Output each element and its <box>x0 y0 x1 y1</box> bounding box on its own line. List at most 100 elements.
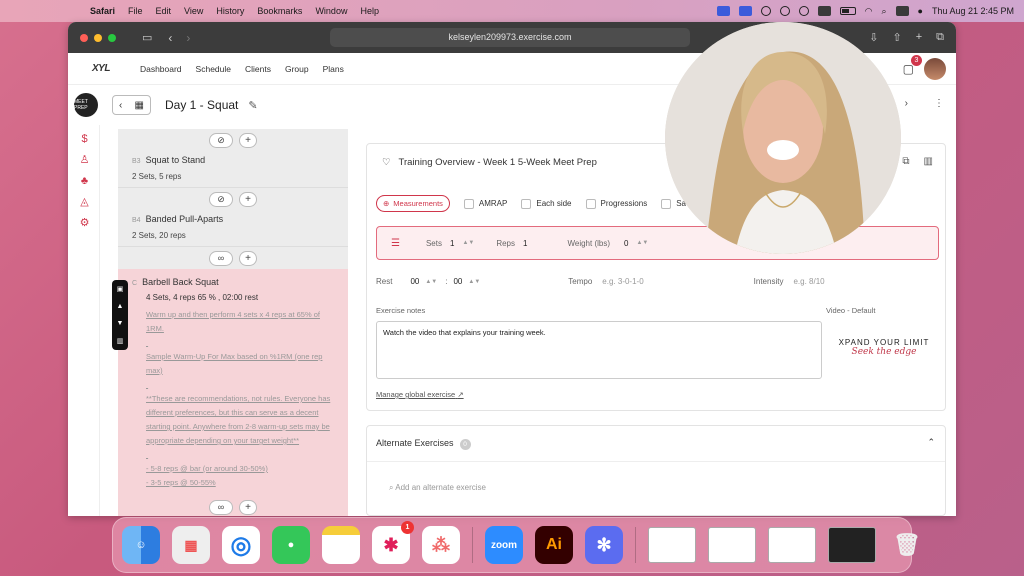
next-chevron-icon[interactable]: › <box>905 98 908 109</box>
chevron-up-icon[interactable]: ⌃ <box>927 437 935 448</box>
add-exercise-button[interactable]: + <box>239 250 257 266</box>
messages-icon[interactable]: ▢ 3 <box>903 55 922 76</box>
menu-history[interactable]: History <box>216 6 244 16</box>
measurements-button[interactable]: ⊕ Measurements <box>376 195 450 212</box>
nav-dashboard[interactable]: Dashboard <box>140 64 182 74</box>
status-app-icon[interactable] <box>738 6 752 16</box>
alternate-search[interactable]: ⌕ Add an alternate exercise <box>389 483 486 493</box>
nav-clients[interactable]: Clients <box>245 64 271 74</box>
search-icon[interactable]: ⌕ <box>881 6 886 17</box>
screen-record-icon[interactable] <box>716 6 730 16</box>
link-button[interactable]: ∞ <box>209 250 233 266</box>
progressions-checkbox[interactable]: Progressions <box>585 198 647 209</box>
alternates-title[interactable]: Alternate Exercises 0 <box>376 438 471 450</box>
settings-icon[interactable]: ⚙ <box>78 217 91 230</box>
zoom-icon[interactable]: zoom <box>485 526 523 564</box>
notes-icon[interactable] <box>322 526 360 564</box>
list-item[interactable]: B3 Squat to Stand 2 Sets, 5 reps <box>118 151 348 188</box>
duplicate-icon[interactable]: ⧉ <box>902 156 909 167</box>
sets-input[interactable]: 1 <box>450 239 454 248</box>
menu-file[interactable]: File <box>128 6 143 16</box>
recent-window-thumb[interactable] <box>648 527 696 563</box>
sync-icon[interactable] <box>798 6 809 16</box>
menu-edit[interactable]: Edit <box>156 6 172 16</box>
trash-icon[interactable]: ▥ <box>112 337 128 345</box>
unlink-button[interactable]: ⊘ <box>209 191 233 207</box>
back-icon[interactable]: ‹ <box>168 31 172 45</box>
address-bar[interactable]: kelseylen209973.exercise.com <box>330 28 690 47</box>
add-exercise-button[interactable]: + <box>239 499 257 515</box>
menu-view[interactable]: View <box>184 6 203 16</box>
safari-icon[interactable]: ◎ <box>222 526 260 564</box>
more-menu-icon[interactable]: ⋮ <box>934 98 944 109</box>
each-side-checkbox[interactable]: Each side <box>521 198 572 209</box>
minimize-window-button[interactable] <box>94 33 102 42</box>
messages-app-icon[interactable]: ● <box>272 526 310 564</box>
nav-schedule[interactable]: Schedule <box>196 64 231 74</box>
logo[interactable]: XYL <box>92 63 110 74</box>
link-button[interactable]: ∞ <box>209 499 233 515</box>
weight-input[interactable]: 0 <box>624 239 628 248</box>
new-tab-icon[interactable]: + <box>916 31 922 44</box>
nav-plans[interactable]: Plans <box>323 64 344 74</box>
illustrator-icon[interactable]: Ai <box>535 526 573 564</box>
manage-global-link[interactable]: Manage global exercise ↗ <box>376 390 464 399</box>
add-exercise-button[interactable]: + <box>239 191 257 207</box>
menu-help[interactable]: Help <box>360 6 379 16</box>
bell-icon[interactable]: ◬ <box>78 196 91 209</box>
nav-group[interactable]: Group <box>285 64 309 74</box>
move-up-icon[interactable]: ▲ <box>112 303 128 310</box>
recent-window-thumb[interactable] <box>828 527 876 563</box>
status-box-icon[interactable] <box>817 6 831 16</box>
perplexity-icon[interactable]: ✻ <box>585 526 623 564</box>
delete-icon[interactable]: ▥ <box>924 156 933 167</box>
status-circle-icon[interactable] <box>760 6 771 16</box>
selected-exercise[interactable]: C Barbell Back Squat 4 Sets, 4 reps 65 % … <box>118 269 348 496</box>
tab-overview-icon[interactable]: ⧉ <box>936 31 944 44</box>
asana-icon[interactable]: ⁂ <box>422 526 460 564</box>
download-icon[interactable]: ⇩ <box>869 31 878 44</box>
control-center-icon[interactable] <box>895 6 909 16</box>
clock[interactable]: Thu Aug 21 2:45 PM <box>932 6 1014 16</box>
client-avatar[interactable]: MEET PREP <box>74 93 98 117</box>
video-thumbnail[interactable]: XPAND YOUR LIMIT Seek the edge <box>836 338 932 357</box>
close-window-button[interactable] <box>80 33 88 42</box>
unlink-button[interactable]: ⊘ <box>209 132 233 148</box>
edit-pencil-icon[interactable]: ✎ <box>248 99 257 112</box>
rest-seconds-input[interactable]: 00 <box>453 277 462 286</box>
back-calendar-button[interactable]: ‹ ▦ <box>112 95 151 115</box>
rest-minutes-input[interactable]: 00 <box>410 277 419 286</box>
zoom-window-button[interactable] <box>108 33 116 42</box>
finder-icon[interactable]: ☺ <box>122 526 160 564</box>
menu-window[interactable]: Window <box>315 6 347 16</box>
drag-handle-icon[interactable]: ☰ <box>391 238 400 249</box>
recent-window-thumb[interactable] <box>708 527 756 563</box>
rest-sec-stepper-icon[interactable]: ▲▼ <box>468 279 480 285</box>
copy-icon[interactable]: ▣ <box>112 285 128 293</box>
dollar-icon[interactable]: $ <box>78 133 91 146</box>
sidebar-icon[interactable]: ▭ <box>142 31 152 44</box>
share-icon[interactable]: ⇧ <box>892 31 901 44</box>
list-item[interactable]: B4 Banded Pull-Aparts 2 Sets, 20 reps <box>118 210 348 247</box>
wifi-icon[interactable]: ◠ <box>865 6 873 17</box>
siri-icon[interactable]: ● <box>918 6 923 16</box>
notes-textarea[interactable]: Watch the video that explains your train… <box>376 321 822 379</box>
slack-icon[interactable]: ✱ 1 <box>372 521 414 564</box>
tempo-input[interactable]: e.g. 3-0-1-0 <box>602 277 643 286</box>
rest-min-stepper-icon[interactable]: ▲▼ <box>425 279 437 285</box>
weight-stepper-icon[interactable]: ▲▼ <box>636 240 648 246</box>
group-icon[interactable]: ♣ <box>78 175 91 188</box>
sets-stepper-icon[interactable]: ▲▼ <box>462 240 474 246</box>
launchpad-icon[interactable]: ▦ <box>172 526 210 564</box>
heart-icon[interactable]: ♡ <box>382 157 391 168</box>
reps-input[interactable]: 1 <box>523 239 527 248</box>
move-down-icon[interactable]: ▼ <box>112 320 128 327</box>
menu-bookmarks[interactable]: Bookmarks <box>257 6 302 16</box>
trash-bin-icon[interactable]: 🗑 <box>888 526 926 564</box>
amrap-checkbox[interactable]: AMRAP <box>463 198 507 209</box>
add-exercise-button[interactable]: + <box>239 132 257 148</box>
battery-icon[interactable] <box>839 7 856 15</box>
user-avatar[interactable] <box>924 58 946 80</box>
creative-cloud-icon[interactable] <box>779 6 790 16</box>
menu-app-name[interactable]: Safari <box>90 6 115 16</box>
